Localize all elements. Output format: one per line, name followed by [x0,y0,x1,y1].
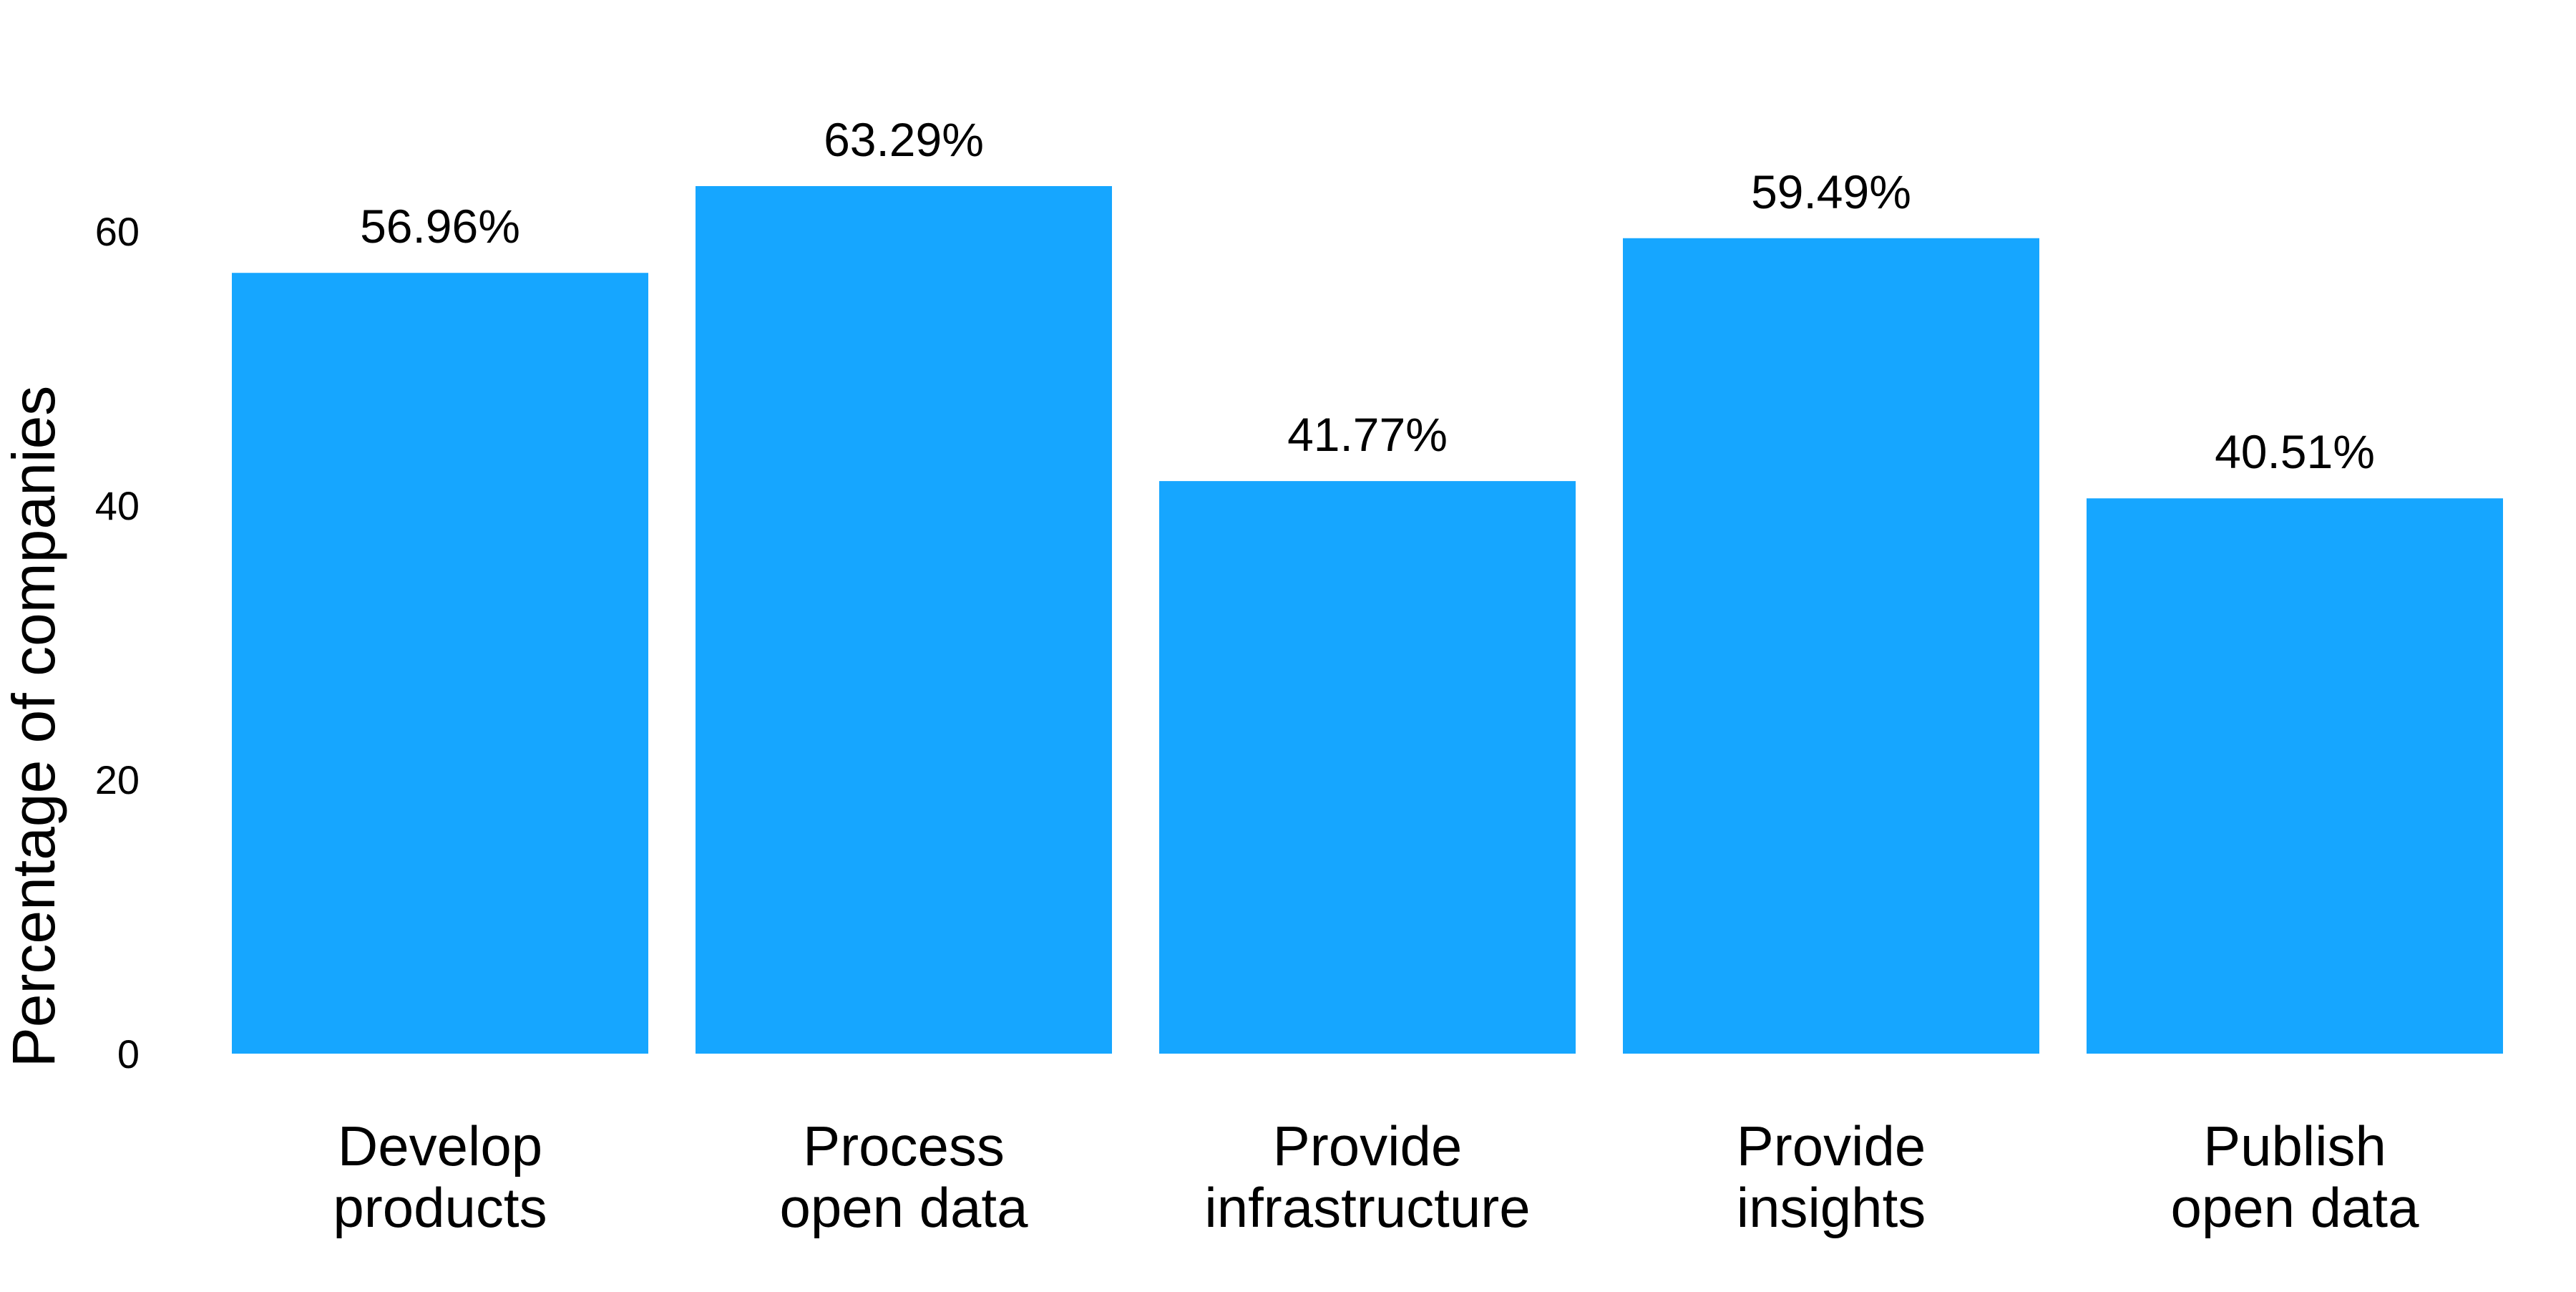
bar-chart: 0 20 40 60 56.96% 63.29% 41.77% 59.49% 40.51% D… [0,0,2576,1288]
bar-value-label: 40.51% [2215,425,2375,478]
x-category-label: Provide insights [1737,1114,1926,1239]
x-category-label-line: Publish [2203,1114,2386,1177]
x-axis-labels: Develop productsProcess open dataProvide in… [333,1114,2419,1239]
bar [1159,481,1576,1054]
x-category-label: Develop products [333,1114,547,1239]
bar-value-label: 63.29% [824,113,984,166]
x-category-label: Publish open data [2170,1114,2419,1239]
y-axis-ticks: 0 20 40 60 [95,209,140,1077]
bar-value-label: 59.49% [1751,165,1911,218]
bar [2087,498,2503,1054]
y-axis-title: Percentage of companies [0,386,67,1068]
y-tick-label: 0 [117,1031,140,1077]
chart-canvas: 0 20 40 60 56.96% 63.29% 41.77% 59.49% 40.51% D… [0,113,2503,1239]
x-category-label-line: products [333,1176,547,1239]
bar [1623,238,2039,1054]
y-tick-label: 20 [95,757,140,802]
x-category-label-line: insights [1737,1176,1926,1239]
x-category-label-line: Process [803,1114,1005,1177]
x-category-label: Process open data [779,1114,1028,1239]
bar [232,273,648,1054]
x-category-label: Provide infrastructure [1204,1114,1530,1239]
bar [696,185,1112,1054]
x-category-label-line: open data [779,1176,1028,1239]
x-category-label-line: open data [2170,1176,2419,1239]
x-category-label-line: Provide [1273,1114,1462,1177]
value-labels: 56.96% 63.29% 41.77% 59.49% 40.51% [360,113,2375,478]
bars [232,185,2503,1054]
y-tick-label: 60 [95,209,140,254]
x-category-label-line: Provide [1737,1114,1926,1177]
x-category-label-line: infrastructure [1204,1176,1530,1239]
bar-value-label: 41.77% [1287,408,1448,461]
y-tick-label: 40 [95,483,140,528]
bar-value-label: 56.96% [360,200,520,253]
x-category-label-line: Develop [338,1114,542,1177]
